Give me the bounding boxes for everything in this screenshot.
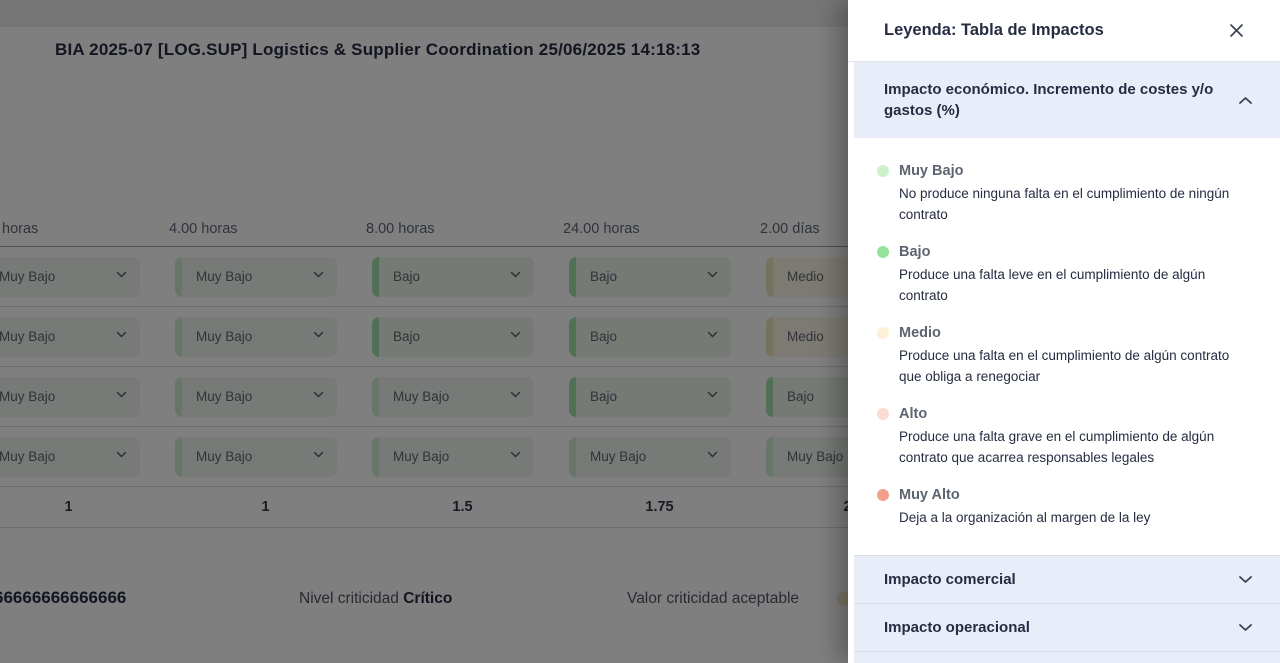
legend-item: AltoProduce una falta grave en el cumpli… xyxy=(884,404,1252,468)
accordion-title: Impacto comercial xyxy=(884,569,1016,590)
accordion-header[interactable]: Impacto operacional xyxy=(854,604,1280,651)
accordion-header[interactable]: Impacto comercial xyxy=(854,556,1280,603)
close-button[interactable] xyxy=(1225,19,1248,42)
legend-item-description: Produce una falta grave en el cumplimien… xyxy=(899,426,1252,468)
accordion-header-impacto-economico[interactable]: Impacto económico. Incremento de costes … xyxy=(854,62,1280,138)
legend-color-dot xyxy=(877,165,889,177)
section-impacto-legal: Impacto legal xyxy=(854,651,1280,663)
legend-color-dot xyxy=(877,246,889,258)
chevron-up-icon xyxy=(1238,96,1253,105)
legend-item: Muy BajoNo produce ninguna falta en el c… xyxy=(884,161,1252,225)
legend-item: MedioProduce una falta en el cumplimient… xyxy=(884,323,1252,387)
legend-color-dot xyxy=(877,489,889,501)
legend-item: Muy AltoDeja a la organización al margen… xyxy=(884,485,1252,528)
legend-item: BajoProduce una falta leve en el cumplim… xyxy=(884,242,1252,306)
chevron-down-icon xyxy=(1238,575,1253,584)
legend-color-dot xyxy=(877,408,889,420)
legend-items: Muy BajoNo produce ninguna falta en el c… xyxy=(848,138,1280,555)
legend-item-description: No produce ninguna falta en el cumplimie… xyxy=(899,183,1252,225)
legend-item-label: Muy Bajo xyxy=(899,161,1252,181)
legend-panel: Leyenda: Tabla de Impactos Impacto econó… xyxy=(848,0,1280,663)
legend-item-label: Medio xyxy=(899,323,1252,343)
chevron-down-icon xyxy=(1238,623,1253,632)
section-impacto-comercial: Impacto comercial xyxy=(854,555,1280,603)
accordion-title: Impacto operacional xyxy=(884,617,1030,638)
legend-item-label: Alto xyxy=(899,404,1252,424)
section-impacto-operacional: Impacto operacional xyxy=(854,603,1280,651)
legend-item-label: Bajo xyxy=(899,242,1252,262)
legend-item-description: Produce una falta leve en el cumplimient… xyxy=(899,264,1252,306)
legend-item-description: Deja a la organización al margen de la l… xyxy=(899,507,1252,528)
section-impacto-economico: Impacto económico. Incremento de costes … xyxy=(854,62,1280,138)
close-icon xyxy=(1229,23,1244,38)
legend-item-description: Produce una falta en el cumplimiento de … xyxy=(899,345,1252,387)
accordion-title: Impacto económico. Incremento de costes … xyxy=(884,79,1216,121)
legend-color-dot xyxy=(877,327,889,339)
legend-item-label: Muy Alto xyxy=(899,485,1252,505)
legend-panel-header: Leyenda: Tabla de Impactos xyxy=(848,0,1280,62)
legend-panel-title: Leyenda: Tabla de Impactos xyxy=(884,21,1104,40)
accordion-header[interactable]: Impacto legal xyxy=(854,652,1280,663)
